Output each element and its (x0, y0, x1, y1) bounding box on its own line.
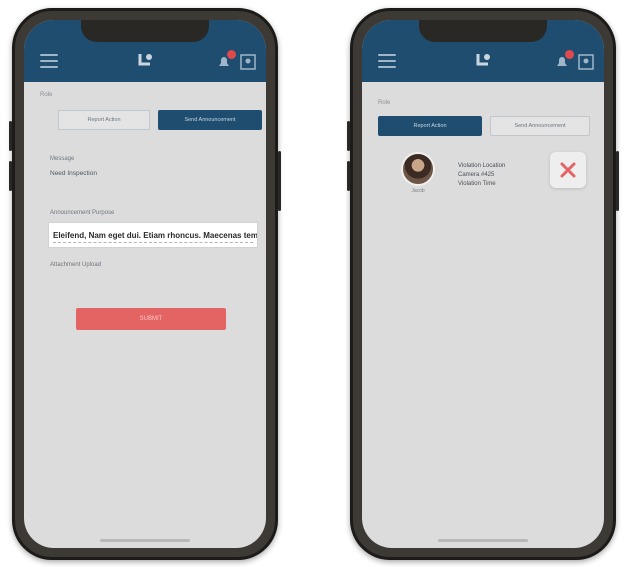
right-phone-frame: Role Report Action Send Announcement Jac… (347, 8, 619, 560)
left-screen: Role Report Action Send Announcement Mes… (24, 20, 266, 548)
app-logo-icon[interactable] (472, 50, 494, 72)
right-screen: Role Report Action Send Announcement Jac… (362, 20, 604, 548)
description-input[interactable]: Eleifend, Nam eget dui. Etiam rhoncus. M… (48, 222, 258, 248)
hamburger-menu-icon[interactable] (378, 54, 396, 68)
notification-badge (565, 50, 574, 59)
home-indicator (438, 539, 528, 542)
info-line: Violation Time (458, 181, 496, 187)
left-phone-frame: Role Report Action Send Announcement Mes… (9, 8, 281, 560)
hamburger-menu-icon[interactable] (40, 54, 58, 68)
bell-icon[interactable] (216, 50, 236, 70)
submit-button[interactable]: SUBMIT (76, 308, 226, 330)
home-indicator (100, 539, 190, 542)
violation-info: Violation Location Camera #425 Violation… (458, 162, 505, 189)
message-label: Message (50, 156, 75, 162)
notification-badge (227, 50, 236, 59)
close-x-icon (560, 162, 576, 178)
tab-send-announcement[interactable]: Send Announcement (158, 110, 262, 130)
tab-send-announcement[interactable]: Send Announcement (490, 116, 590, 136)
attachment-label: Attachment Upload (50, 262, 102, 268)
info-line: Violation Location (458, 163, 506, 169)
tab-report-action[interactable]: Report Action (378, 116, 482, 136)
reject-button[interactable] (550, 152, 586, 188)
section-label: Role (378, 100, 391, 106)
notch (419, 20, 547, 42)
notch (81, 20, 209, 42)
bell-icon[interactable] (554, 50, 574, 70)
avatar (401, 152, 435, 186)
user-icon[interactable] (240, 54, 256, 70)
app-logo-icon[interactable] (134, 50, 156, 72)
section-label: Role (40, 92, 53, 98)
reporter-profile[interactable]: Jacob (398, 152, 438, 194)
info-line: Camera #425 (458, 172, 495, 178)
tab-group: Report Action Send Announcement (58, 110, 262, 130)
profile-name: Jacob (411, 188, 425, 194)
message-value: Need Inspection (50, 170, 97, 177)
tab-group: Report Action Send Announcement (378, 116, 590, 136)
tab-report-action[interactable]: Report Action (58, 110, 150, 130)
user-icon[interactable] (578, 54, 594, 70)
description-label: Announcement Purpose (50, 210, 115, 216)
